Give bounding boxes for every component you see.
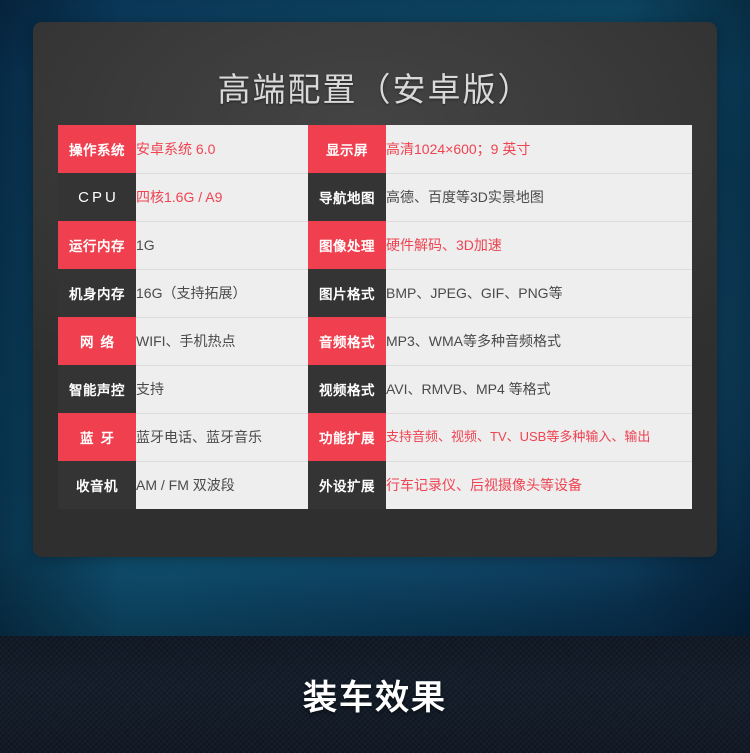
spec-table-row: 蓝牙 蓝牙电话、蓝牙音乐 功能扩展 支持音频、视频、TV、USB等多种输入、输出: [58, 413, 692, 462]
spec-label-cell: 网络: [58, 317, 136, 365]
product-detail-page: 高端配置（安卓版） 操作系统 安卓系统 6.0 显示屏 高清1024×600；9 英寸…: [0, 0, 750, 753]
spec-value-cell: 安卓系统 6.0: [136, 125, 308, 174]
spec-table-row: CPU 四核1.6G / A9 导航地图 高德、百度等3D实景地图: [58, 173, 692, 222]
bottom-section-title: 装车效果: [303, 679, 447, 717]
spec-value-cell: 16G（支持拓展）: [136, 269, 308, 318]
spec-value-cell: 1G: [136, 221, 308, 270]
bottom-section: 装车效果: [0, 636, 750, 753]
spec-table: 操作系统 安卓系统 6.0 显示屏 高清1024×600；9 英寸 CPU 四核1.6G …: [58, 125, 692, 509]
spec-label-cell: 操作系统: [58, 125, 136, 173]
spec-table-row: 网络 WIFI、手机热点 音频格式 MP3、WMA等多种音频格式: [58, 317, 692, 366]
spec-table-row: 智能声控 支持 视频格式 AVI、RMVB、MP4 等格式: [58, 365, 692, 414]
spec-label-cell: 图片格式: [308, 269, 386, 317]
spec-value-cell: 支持音频、视频、TV、USB等多种输入、输出: [386, 413, 692, 462]
spec-table-body: 操作系统 安卓系统 6.0 显示屏 高清1024×600；9 英寸 CPU 四核1.6G …: [58, 125, 692, 509]
spec-value-cell: 支持: [136, 365, 308, 414]
spec-label-cell: 音频格式: [308, 317, 386, 365]
spec-value-cell: 高清1024×600；9 英寸: [386, 125, 692, 174]
spec-value-cell: 四核1.6G / A9: [136, 173, 308, 222]
spec-value-cell: MP3、WMA等多种音频格式: [386, 317, 692, 366]
spec-table-row: 运行内存 1G 图像处理 硬件解码、3D加速: [58, 221, 692, 270]
spec-table-row: 操作系统 安卓系统 6.0 显示屏 高清1024×600；9 英寸: [58, 125, 692, 174]
spec-label-cell: 收音机: [58, 461, 136, 509]
spec-label-cell: 智能声控: [58, 365, 136, 413]
spec-label-cell: 运行内存: [58, 221, 136, 269]
spec-label-cell: 蓝牙: [58, 413, 136, 461]
spec-label-cell: 机身内存: [58, 269, 136, 317]
spec-card: 高端配置（安卓版） 操作系统 安卓系统 6.0 显示屏 高清1024×600；9 英寸…: [33, 22, 717, 557]
spec-value-cell: 行车记录仪、后视摄像头等设备: [386, 461, 692, 509]
spec-label-cell: 功能扩展: [308, 413, 386, 461]
spec-card-title: 高端配置（安卓版）: [217, 71, 533, 108]
spec-label-cell: 视频格式: [308, 365, 386, 413]
spec-value-cell: AM / FM 双波段: [136, 461, 308, 509]
spec-value-cell: BMP、JPEG、GIF、PNG等: [386, 269, 692, 318]
spec-table-row: 收音机 AM / FM 双波段 外设扩展 行车记录仪、后视摄像头等设备: [58, 461, 692, 509]
spec-value-cell: AVI、RMVB、MP4 等格式: [386, 365, 692, 414]
spec-value-cell: 蓝牙电话、蓝牙音乐: [136, 413, 308, 462]
spec-value-cell: 高德、百度等3D实景地图: [386, 173, 692, 222]
spec-value-cell: WIFI、手机热点: [136, 317, 308, 366]
spec-value-cell: 硬件解码、3D加速: [386, 221, 692, 270]
spec-table-row: 机身内存 16G（支持拓展） 图片格式 BMP、JPEG、GIF、PNG等: [58, 269, 692, 318]
spec-label-cell: CPU: [58, 173, 136, 221]
spec-label-cell: 导航地图: [308, 173, 386, 221]
spec-label-cell: 外设扩展: [308, 461, 386, 509]
spec-label-cell: 显示屏: [308, 125, 386, 173]
spec-label-cell: 图像处理: [308, 221, 386, 269]
